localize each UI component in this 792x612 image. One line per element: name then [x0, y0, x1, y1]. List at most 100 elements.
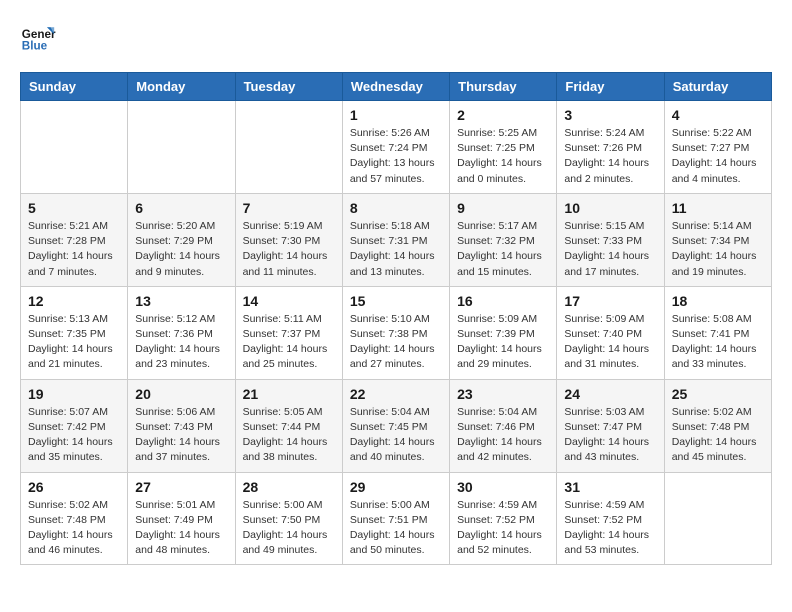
day-number: 5 [28, 200, 120, 216]
day-number: 26 [28, 479, 120, 495]
svg-text:Blue: Blue [22, 40, 48, 53]
day-number: 13 [135, 293, 227, 309]
day-number: 3 [564, 107, 656, 123]
day-number: 17 [564, 293, 656, 309]
day-info: Sunrise: 5:02 AMSunset: 7:48 PMDaylight:… [28, 498, 120, 559]
day-info: Sunrise: 4:59 AMSunset: 7:52 PMDaylight:… [457, 498, 549, 559]
day-info: Sunrise: 5:10 AMSunset: 7:38 PMDaylight:… [350, 312, 442, 373]
day-info: Sunrise: 5:00 AMSunset: 7:50 PMDaylight:… [243, 498, 335, 559]
weekday-header: Saturday [664, 73, 771, 101]
day-number: 16 [457, 293, 549, 309]
calendar-week-row: 1 Sunrise: 5:26 AMSunset: 7:24 PMDaylight… [21, 101, 772, 194]
weekday-header: Sunday [21, 73, 128, 101]
calendar-cell: 9 Sunrise: 5:17 AMSunset: 7:32 PMDaylight… [450, 193, 557, 286]
calendar-cell: 4 Sunrise: 5:22 AMSunset: 7:27 PMDaylight… [664, 101, 771, 194]
calendar-cell: 7 Sunrise: 5:19 AMSunset: 7:30 PMDaylight… [235, 193, 342, 286]
day-number: 22 [350, 386, 442, 402]
day-number: 20 [135, 386, 227, 402]
calendar-table: SundayMondayTuesdayWednesdayThursdayFrid… [20, 72, 772, 565]
calendar-week-row: 5 Sunrise: 5:21 AMSunset: 7:28 PMDaylight… [21, 193, 772, 286]
day-number: 31 [564, 479, 656, 495]
day-info: Sunrise: 5:09 AMSunset: 7:39 PMDaylight:… [457, 312, 549, 373]
day-number: 10 [564, 200, 656, 216]
calendar-cell [664, 472, 771, 565]
calendar-cell: 6 Sunrise: 5:20 AMSunset: 7:29 PMDaylight… [128, 193, 235, 286]
weekday-header: Friday [557, 73, 664, 101]
day-info: Sunrise: 5:24 AMSunset: 7:26 PMDaylight:… [564, 126, 656, 187]
day-info: Sunrise: 5:01 AMSunset: 7:49 PMDaylight:… [135, 498, 227, 559]
day-number: 2 [457, 107, 549, 123]
calendar-cell: 24 Sunrise: 5:03 AMSunset: 7:47 PMDayligh… [557, 379, 664, 472]
calendar-cell: 8Sunrise: 5:18 AMSunset: 7:31 PMDaylight… [342, 193, 449, 286]
calendar-cell: 19 Sunrise: 5:07 AMSunset: 7:42 PMDayligh… [21, 379, 128, 472]
weekday-header: Wednesday [342, 73, 449, 101]
day-info: Sunrise: 5:08 AMSunset: 7:41 PMDaylight:… [672, 312, 764, 373]
day-number: 15 [350, 293, 442, 309]
day-info: Sunrise: 5:22 AMSunset: 7:27 PMDaylight:… [672, 126, 764, 187]
calendar-cell: 26 Sunrise: 5:02 AMSunset: 7:48 PMDayligh… [21, 472, 128, 565]
day-number: 21 [243, 386, 335, 402]
calendar-cell: 13 Sunrise: 5:12 AMSunset: 7:36 PMDayligh… [128, 286, 235, 379]
day-number: 1 [350, 107, 442, 123]
calendar-cell: 29Sunrise: 5:00 AMSunset: 7:51 PMDayligh… [342, 472, 449, 565]
day-number: 9 [457, 200, 549, 216]
calendar-cell: 11 Sunrise: 5:14 AMSunset: 7:34 PMDayligh… [664, 193, 771, 286]
calendar-cell: 23Sunrise: 5:04 AMSunset: 7:46 PMDayligh… [450, 379, 557, 472]
day-info: Sunrise: 5:06 AMSunset: 7:43 PMDaylight:… [135, 405, 227, 466]
day-info: Sunrise: 5:04 AMSunset: 7:45 PMDaylight:… [350, 405, 442, 466]
day-info: Sunrise: 5:14 AMSunset: 7:34 PMDaylight:… [672, 219, 764, 280]
calendar-week-row: 26 Sunrise: 5:02 AMSunset: 7:48 PMDayligh… [21, 472, 772, 565]
day-info: Sunrise: 5:12 AMSunset: 7:36 PMDaylight:… [135, 312, 227, 373]
day-info: Sunrise: 5:03 AMSunset: 7:47 PMDaylight:… [564, 405, 656, 466]
day-number: 14 [243, 293, 335, 309]
page-header: General Blue [20, 20, 772, 56]
day-info: Sunrise: 5:19 AMSunset: 7:30 PMDaylight:… [243, 219, 335, 280]
day-info: Sunrise: 5:20 AMSunset: 7:29 PMDaylight:… [135, 219, 227, 280]
day-info: Sunrise: 5:25 AMSunset: 7:25 PMDaylight:… [457, 126, 549, 187]
day-info: Sunrise: 5:17 AMSunset: 7:32 PMDaylight:… [457, 219, 549, 280]
day-info: Sunrise: 5:11 AMSunset: 7:37 PMDaylight:… [243, 312, 335, 373]
day-number: 19 [28, 386, 120, 402]
day-number: 30 [457, 479, 549, 495]
day-info: Sunrise: 5:07 AMSunset: 7:42 PMDaylight:… [28, 405, 120, 466]
day-info: Sunrise: 5:05 AMSunset: 7:44 PMDaylight:… [243, 405, 335, 466]
calendar-cell: 17 Sunrise: 5:09 AMSunset: 7:40 PMDayligh… [557, 286, 664, 379]
calendar-cell: 12 Sunrise: 5:13 AMSunset: 7:35 PMDayligh… [21, 286, 128, 379]
calendar-cell: 18 Sunrise: 5:08 AMSunset: 7:41 PMDayligh… [664, 286, 771, 379]
calendar-cell: 14 Sunrise: 5:11 AMSunset: 7:37 PMDayligh… [235, 286, 342, 379]
day-info: Sunrise: 5:26 AMSunset: 7:24 PMDaylight:… [350, 126, 442, 187]
calendar-cell: 20 Sunrise: 5:06 AMSunset: 7:43 PMDayligh… [128, 379, 235, 472]
calendar-cell [21, 101, 128, 194]
day-number: 8 [350, 200, 442, 216]
day-number: 28 [243, 479, 335, 495]
day-info: Sunrise: 5:13 AMSunset: 7:35 PMDaylight:… [28, 312, 120, 373]
calendar-cell: 3 Sunrise: 5:24 AMSunset: 7:26 PMDaylight… [557, 101, 664, 194]
calendar-cell: 30 Sunrise: 4:59 AMSunset: 7:52 PMDayligh… [450, 472, 557, 565]
day-number: 27 [135, 479, 227, 495]
day-number: 11 [672, 200, 764, 216]
calendar-cell [128, 101, 235, 194]
day-number: 4 [672, 107, 764, 123]
weekday-header: Tuesday [235, 73, 342, 101]
day-number: 29 [350, 479, 442, 495]
calendar-cell: 31Sunrise: 4:59 AMSunset: 7:52 PMDayligh… [557, 472, 664, 565]
day-info: Sunrise: 5:09 AMSunset: 7:40 PMDaylight:… [564, 312, 656, 373]
calendar-cell: 10 Sunrise: 5:15 AMSunset: 7:33 PMDayligh… [557, 193, 664, 286]
day-number: 23 [457, 386, 549, 402]
day-number: 7 [243, 200, 335, 216]
calendar-cell [235, 101, 342, 194]
calendar-week-row: 12 Sunrise: 5:13 AMSunset: 7:35 PMDayligh… [21, 286, 772, 379]
day-number: 18 [672, 293, 764, 309]
calendar-cell: 25Sunrise: 5:02 AMSunset: 7:48 PMDayligh… [664, 379, 771, 472]
day-info: Sunrise: 5:21 AMSunset: 7:28 PMDaylight:… [28, 219, 120, 280]
day-info: Sunrise: 5:15 AMSunset: 7:33 PMDaylight:… [564, 219, 656, 280]
calendar-header-row: SundayMondayTuesdayWednesdayThursdayFrid… [21, 73, 772, 101]
day-number: 25 [672, 386, 764, 402]
calendar-cell: 5 Sunrise: 5:21 AMSunset: 7:28 PMDaylight… [21, 193, 128, 286]
day-number: 6 [135, 200, 227, 216]
day-number: 24 [564, 386, 656, 402]
weekday-header: Thursday [450, 73, 557, 101]
day-number: 12 [28, 293, 120, 309]
calendar-cell: 1 Sunrise: 5:26 AMSunset: 7:24 PMDaylight… [342, 101, 449, 194]
calendar-cell: 16 Sunrise: 5:09 AMSunset: 7:39 PMDayligh… [450, 286, 557, 379]
